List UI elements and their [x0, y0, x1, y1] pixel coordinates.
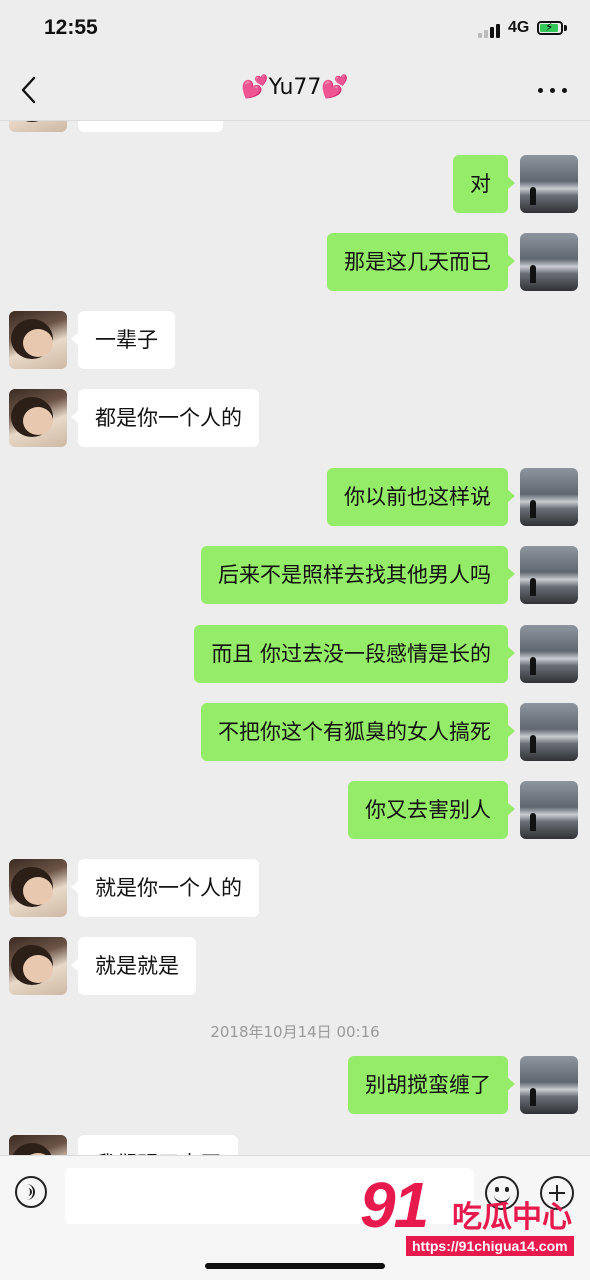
contact-avatar[interactable] [9, 1135, 67, 1155]
more-button[interactable] [536, 74, 570, 104]
nav-bar: 💕Yu77💕 [0, 60, 590, 121]
my-avatar[interactable] [520, 468, 578, 526]
more-dots-icon [538, 88, 543, 93]
contact-avatar[interactable] [9, 389, 67, 447]
message-bubble[interactable]: 后来不是照样去找其他男人吗 [201, 546, 515, 604]
message-other [0, 121, 590, 134]
my-avatar[interactable] [520, 703, 578, 761]
status-time: 12:55 [44, 16, 98, 39]
message-bubble[interactable]: 我们明天去买 [78, 1135, 238, 1155]
message-bubble[interactable]: 而且 你过去没一段感情是长的 [194, 625, 515, 683]
message-other: 就是你一个人的 [0, 859, 590, 919]
watermark-number: 91 [360, 1169, 429, 1241]
message-bubble[interactable]: 那是这几天而已 [327, 233, 515, 291]
contact-avatar[interactable] [9, 859, 67, 917]
message-self: 不把你这个有狐臭的女人搞死 [0, 703, 590, 763]
message-self: 你以前也这样说 [0, 468, 590, 528]
voice-icon[interactable] [15, 1176, 47, 1208]
contact-avatar[interactable] [9, 937, 67, 995]
message-other: 我们明天去买 [0, 1135, 590, 1155]
message-bubble[interactable]: 你又去害别人 [348, 781, 515, 839]
message-bubble[interactable]: 对 [453, 155, 515, 213]
message-bubble[interactable]: 都是你一个人的 [71, 389, 259, 447]
message-self: 对 [0, 155, 590, 215]
message-self: 别胡搅蛮缠了 [0, 1056, 590, 1116]
chat-title: 💕Yu77💕 [241, 75, 349, 100]
watermark-name: 吃瓜中心 [452, 1200, 572, 1235]
home-indicator[interactable] [205, 1263, 385, 1269]
chat-screen: 12:55 4G ⚡ 💕Yu77💕 对 那是这几天而已 一辈子 都是你一个人的 … [0, 0, 590, 1280]
contact-avatar[interactable] [9, 121, 67, 132]
message-timestamp: 2018年10月14日 00:16 [210, 1023, 380, 1041]
message-self: 后来不是照样去找其他男人吗 [0, 546, 590, 606]
network-type: 4G [508, 19, 530, 36]
message-other: 就是就是 [0, 937, 590, 997]
message-self: 而且 你过去没一段感情是长的 [0, 625, 590, 685]
my-avatar[interactable] [520, 1056, 578, 1114]
my-avatar[interactable] [520, 233, 578, 291]
message-self: 那是这几天而已 [0, 233, 590, 293]
my-avatar[interactable] [520, 625, 578, 683]
watermark-url: https://91chigua14.com [406, 1236, 574, 1256]
signal-icon [478, 22, 502, 38]
message-list[interactable]: 对 那是这几天而已 一辈子 都是你一个人的 你以前也这样说 后来不是照样去找其他… [0, 121, 590, 1155]
battery-icon: ⚡ [537, 20, 563, 35]
message-bubble[interactable] [78, 121, 223, 132]
message-self: 你又去害别人 [0, 781, 590, 841]
watermark-logo: 91 吃瓜中心 https://91chigua14.com [360, 1169, 585, 1268]
message-bubble[interactable]: 你以前也这样说 [327, 468, 515, 526]
my-avatar[interactable] [520, 546, 578, 604]
message-bubble[interactable]: 一辈子 [71, 311, 175, 369]
message-bubble[interactable]: 就是就是 [71, 937, 196, 995]
message-bubble[interactable]: 不把你这个有狐臭的女人搞死 [201, 703, 515, 761]
contact-avatar[interactable] [9, 311, 67, 369]
battery-cap [564, 25, 567, 31]
my-avatar[interactable] [520, 781, 578, 839]
my-avatar[interactable] [520, 155, 578, 213]
message-other: 一辈子 [0, 311, 590, 371]
message-bubble[interactable]: 别胡搅蛮缠了 [348, 1056, 515, 1114]
status-bar: 12:55 4G ⚡ [0, 0, 590, 60]
message-bubble[interactable]: 就是你一个人的 [71, 859, 259, 917]
message-other: 都是你一个人的 [0, 389, 590, 449]
